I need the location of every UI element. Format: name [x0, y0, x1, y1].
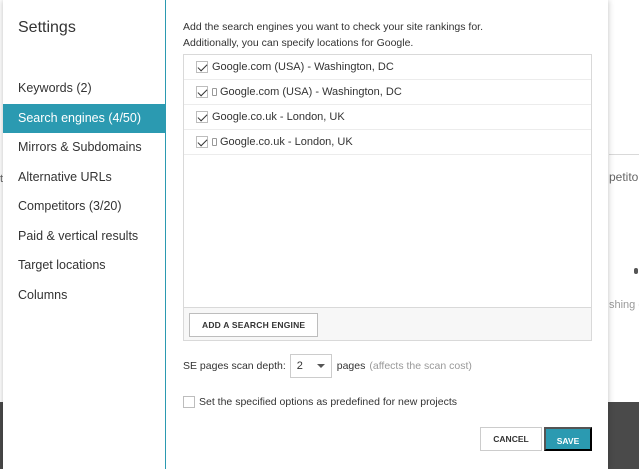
predefined-option-row[interactable]: Set the specified options as predefined … — [183, 396, 457, 408]
sidebar-item-mirrors-subdomains[interactable]: Mirrors & Subdomains — [3, 133, 166, 163]
search-engine-list: Google.com (USA) - Washington, DC Google… — [183, 54, 592, 341]
mobile-phone-icon — [212, 138, 217, 146]
list-item[interactable]: Google.co.uk - London, UK — [184, 105, 591, 130]
scan-depth-note: (affects the scan cost) — [369, 360, 472, 372]
search-engines-panel: Add the search engines you want to check… — [167, 0, 608, 469]
settings-modal: Settings Keywords (2) Search engines (4/… — [3, 0, 608, 469]
engine-label: Google.com (USA) - Washington, DC — [212, 61, 394, 73]
engine-checkbox[interactable] — [196, 61, 208, 73]
intro-line-2: Additionally, you can specify locations … — [183, 37, 414, 49]
list-item[interactable]: Google.com (USA) - Washington, DC — [184, 55, 591, 80]
engine-label: Google.com (USA) - Washington, DC — [220, 86, 402, 98]
background-scroll-indicator — [634, 268, 638, 274]
scan-depth-select[interactable]: 2 — [289, 354, 332, 378]
engine-label: Google.co.uk - London, UK — [220, 136, 353, 148]
scan-depth-unit: pages — [336, 360, 366, 372]
intro-text: Add the search engines you want to check… — [183, 19, 593, 51]
intro-line-1: Add the search engines you want to check… — [183, 21, 484, 33]
sidebar-item-paid-vertical-results[interactable]: Paid & vertical results — [3, 222, 166, 252]
background-competitors-text: petito — [609, 170, 639, 184]
engine-label: Google.co.uk - London, UK — [212, 111, 345, 123]
scan-depth-row: SE pages scan depth: 2 pages (affects th… — [183, 354, 472, 378]
sidebar-item-target-locations[interactable]: Target locations — [3, 251, 166, 281]
settings-sidebar: Settings Keywords (2) Search engines (4/… — [3, 0, 166, 469]
sidebar-item-alternative-urls[interactable]: Alternative URLs — [3, 163, 166, 193]
sidebar-item-keywords[interactable]: Keywords (2) — [3, 74, 166, 104]
engine-checkbox[interactable] — [196, 111, 208, 123]
mobile-phone-icon — [212, 88, 217, 96]
background-publishing-text: shing c — [609, 299, 639, 311]
chevron-down-icon — [316, 364, 325, 368]
predefined-checkbox[interactable] — [183, 396, 195, 408]
scan-depth-label: SE pages scan depth: — [183, 360, 286, 372]
background-divider — [609, 154, 639, 155]
scan-depth-value: 2 — [296, 360, 303, 372]
predefined-label: Set the specified options as predefined … — [199, 396, 457, 408]
cancel-button[interactable]: CANCEL — [480, 427, 542, 451]
save-button[interactable]: SAVE — [544, 427, 592, 451]
add-search-engine-button[interactable]: ADD A SEARCH ENGINE — [189, 313, 319, 337]
close-icon[interactable]: ✕ — [616, 4, 631, 22]
settings-nav: Keywords (2) Search engines (4/50) Mirro… — [3, 74, 166, 310]
engine-checkbox[interactable] — [196, 136, 208, 148]
list-item[interactable]: Google.com (USA) - Washington, DC — [184, 80, 591, 105]
sidebar-item-columns[interactable]: Columns — [3, 281, 166, 311]
engine-list-footer: ADD A SEARCH ENGINE — [184, 307, 591, 340]
modal-title: Settings — [18, 19, 76, 36]
sidebar-item-competitors[interactable]: Competitors (3/20) — [3, 192, 166, 222]
list-item[interactable]: Google.co.uk - London, UK — [184, 130, 591, 155]
engine-checkbox[interactable] — [196, 86, 208, 98]
sidebar-item-search-engines[interactable]: Search engines (4/50) — [3, 103, 166, 133]
